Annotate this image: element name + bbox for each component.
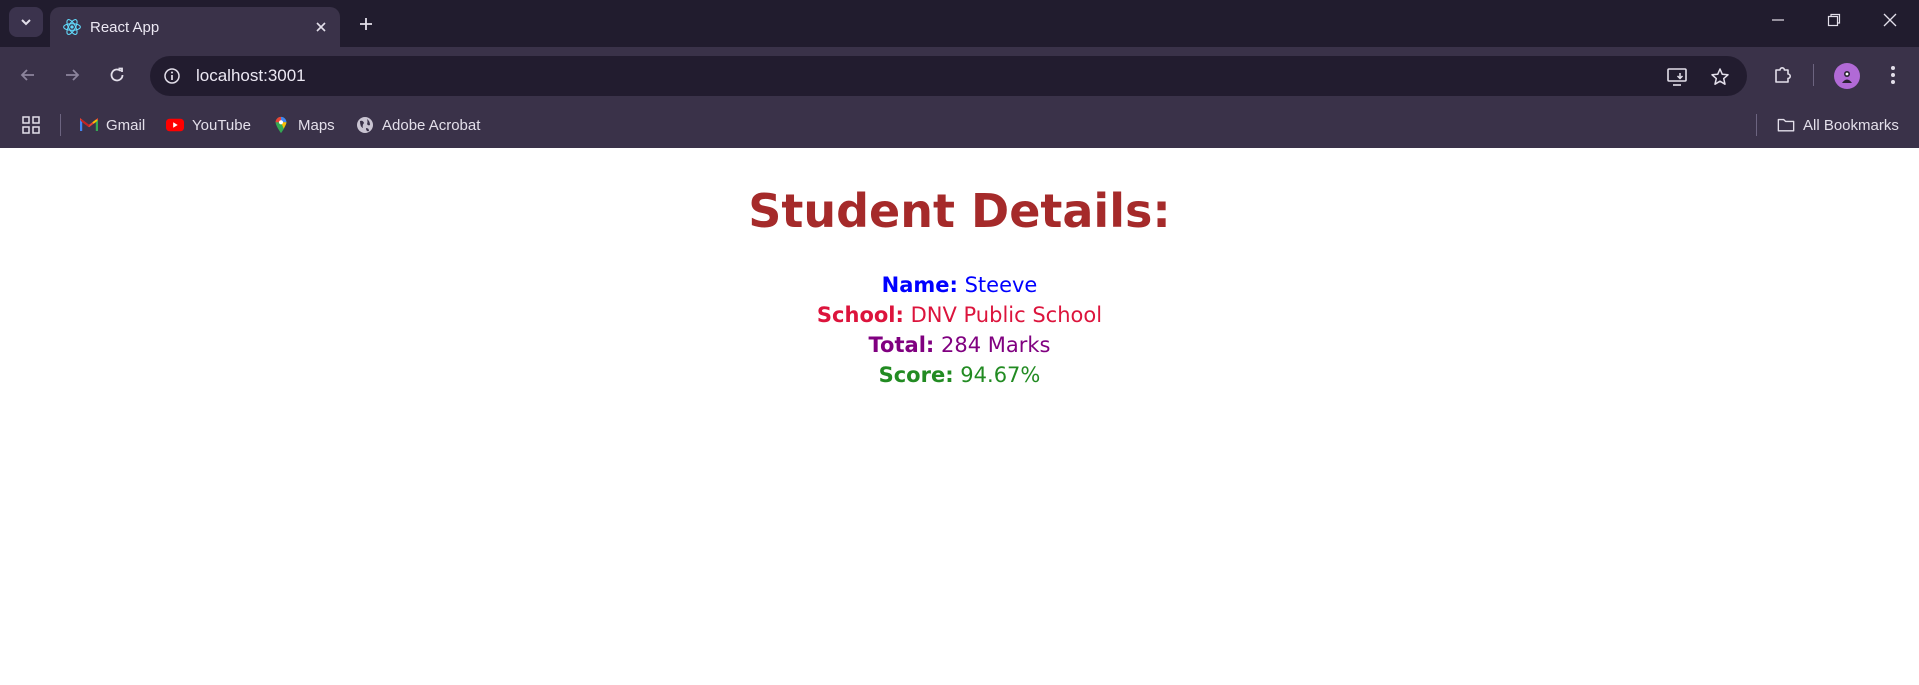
install-icon [1667, 68, 1687, 86]
apps-button[interactable] [22, 113, 40, 137]
bookmarks-separator [60, 114, 61, 136]
react-icon [63, 19, 81, 35]
puzzle-icon [1775, 67, 1791, 83]
gmail-icon [80, 118, 98, 131]
detail-name: Name: Steeve [0, 270, 1919, 300]
all-bookmarks-label: All Bookmarks [1803, 116, 1899, 134]
back-button[interactable] [12, 59, 44, 91]
extensions-button[interactable] [1767, 59, 1799, 91]
detail-label: Score: [878, 363, 954, 387]
bookmark-youtube[interactable]: YouTube [166, 113, 251, 137]
close-window-button[interactable] [1861, 0, 1919, 40]
avatar-icon [1842, 71, 1852, 83]
bookmark-maps[interactable]: Maps [272, 113, 335, 137]
profile-avatar[interactable] [1834, 63, 1860, 89]
detail-label: Name: [881, 273, 958, 297]
detail-value: Steeve [964, 273, 1038, 297]
bookmark-label: YouTube [192, 116, 251, 134]
tab-close-button[interactable] [310, 16, 332, 38]
arrow-left-icon [20, 69, 34, 81]
arrow-right-icon [66, 69, 80, 81]
bookmark-label: Adobe Acrobat [382, 116, 481, 134]
youtube-icon [166, 118, 184, 132]
close-icon [316, 22, 326, 32]
chevron-down-icon [21, 19, 31, 26]
page-title: Student Details: [748, 184, 1171, 238]
bookmark-label: Maps [298, 116, 335, 134]
bookmark-star-button[interactable] [1707, 64, 1733, 90]
reload-icon [110, 67, 124, 82]
close-icon [1883, 13, 1897, 27]
tab-search-button[interactable] [9, 7, 43, 37]
plus-icon [360, 18, 372, 30]
install-app-button[interactable] [1664, 64, 1690, 90]
toolbar-separator [1813, 64, 1814, 86]
globe-icon [357, 117, 373, 133]
detail-total: Total: 284 Marks [0, 330, 1919, 360]
address-bar[interactable]: localhost:3001 [150, 56, 1747, 96]
detail-value: 94.67% [960, 363, 1041, 387]
minimize-icon [1772, 19, 1784, 21]
detail-label: School: [816, 303, 904, 327]
bookmarks-bar: Gmail YouTube Maps Adobe Acrobat All Boo… [0, 103, 1919, 148]
detail-school: School: DNV Public School [0, 300, 1919, 330]
new-tab-button[interactable] [352, 10, 380, 38]
browser-tab[interactable]: React App [50, 7, 340, 47]
browser-titlebar: React App [0, 0, 1919, 47]
student-details: Name: Steeve School: DNV Public School T… [0, 270, 1919, 390]
bookmark-gmail[interactable]: Gmail [80, 113, 145, 137]
tab-title: React App [90, 19, 160, 36]
bookmark-label: Gmail [106, 116, 146, 134]
detail-score: Score: 94.67% [0, 360, 1919, 390]
all-bookmarks-button[interactable]: All Bookmarks [1777, 113, 1899, 137]
restore-icon [1827, 13, 1841, 27]
page-content: Student Details: Name: Steeve School: DN… [0, 148, 1919, 685]
detail-label: Total: [868, 333, 935, 357]
browser-toolbar: localhost:3001 [0, 47, 1919, 103]
info-icon [164, 68, 180, 84]
star-icon [1711, 68, 1729, 85]
restore-button[interactable] [1805, 0, 1863, 40]
maps-icon [275, 116, 287, 134]
apps-grid-icon [22, 116, 40, 134]
site-info-button[interactable] [160, 64, 184, 88]
bookmark-adobe-acrobat[interactable]: Adobe Acrobat [356, 113, 480, 137]
forward-button[interactable] [56, 59, 88, 91]
folder-icon [1777, 118, 1795, 132]
bookmarks-separator [1756, 114, 1757, 136]
browser-menu-button[interactable] [1877, 59, 1909, 91]
detail-value: DNV Public School [910, 303, 1103, 327]
reload-button[interactable] [101, 59, 133, 91]
url-text[interactable]: localhost:3001 [196, 66, 306, 86]
more-vertical-icon [1891, 66, 1895, 84]
detail-value: 284 Marks [940, 333, 1051, 357]
minimize-button[interactable] [1749, 0, 1807, 40]
